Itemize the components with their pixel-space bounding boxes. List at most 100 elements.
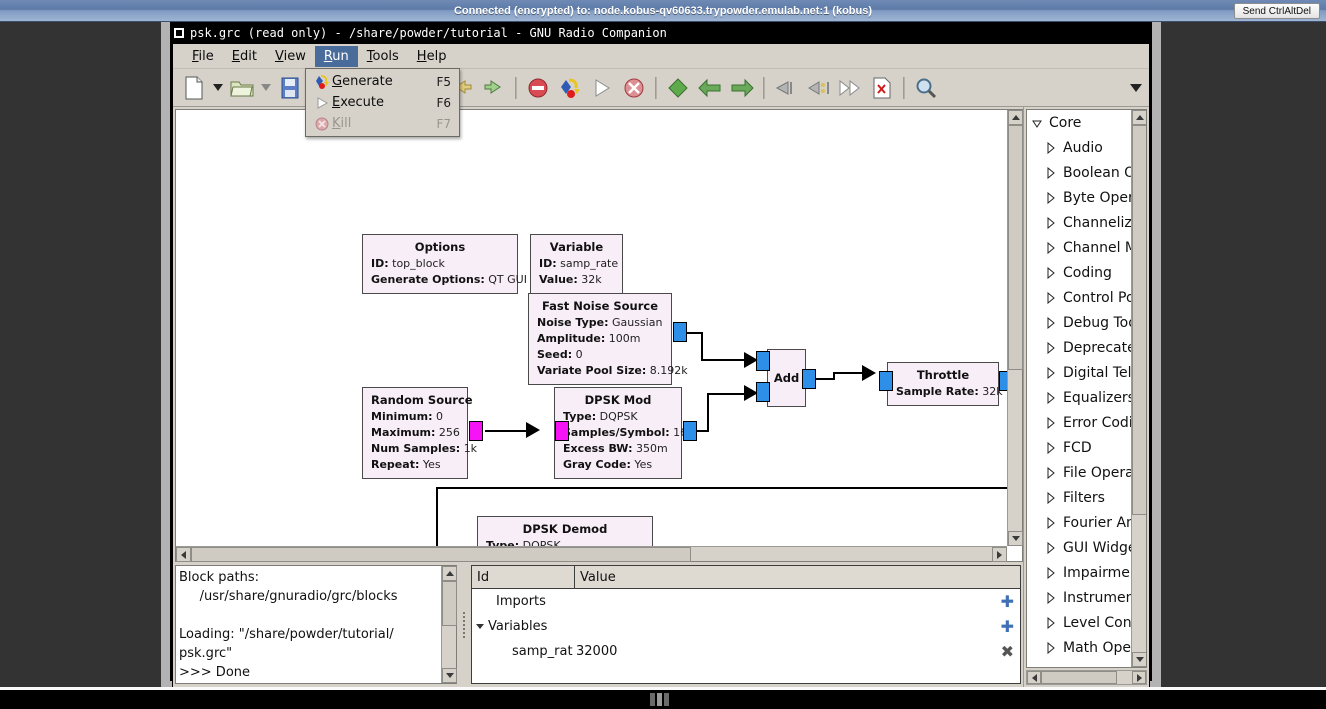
console-panel[interactable]: Block paths: /usr/share/gnuradio/grc/blo… — [175, 565, 457, 684]
find-button[interactable] — [911, 73, 941, 103]
chevron-right-icon[interactable] — [1041, 441, 1061, 454]
console-scroll-down-button[interactable] — [442, 668, 457, 683]
canvas-scroll-down-button[interactable] — [1008, 531, 1023, 546]
variable-block[interactable]: Variable ID: samp_rate Value: 32k — [530, 234, 623, 294]
dpsk-mod-block[interactable]: DPSK Mod Type: DQPSK Samples/Symbol: 16 … — [554, 387, 687, 479]
chevron-right-icon[interactable] — [1041, 516, 1061, 529]
kill-button[interactable] — [619, 73, 649, 103]
chevron-down-icon[interactable] — [1027, 117, 1047, 129]
fast-forward-button[interactable] — [835, 73, 865, 103]
canvas-vscroll-thumb[interactable] — [1008, 125, 1023, 370]
save-button[interactable] — [275, 73, 305, 103]
canvas-horizontal-scrollbar[interactable] — [176, 546, 1007, 562]
new-file-button[interactable] — [179, 73, 209, 103]
flowgraph-canvas[interactable]: Options ID: top_block Generate Options: … — [176, 110, 1007, 546]
chevron-right-icon[interactable] — [1041, 416, 1061, 429]
rotate-right-button[interactable] — [727, 73, 757, 103]
throttle-block[interactable]: Throttle Sample Rate: 32k — [887, 362, 1003, 406]
chevron-right-icon[interactable] — [1041, 266, 1061, 279]
block-tree-item-channelize[interactable]: Channelize — [1027, 210, 1131, 235]
add-block[interactable]: Add — [767, 349, 806, 407]
console-vertical-scrollbar[interactable] — [441, 566, 457, 683]
table-row[interactable]: Imports ✚ — [472, 589, 1020, 614]
align-left-button[interactable] — [771, 73, 801, 103]
chevron-right-icon[interactable] — [1041, 391, 1061, 404]
pane-splitter-handle[interactable] — [460, 565, 468, 684]
add-variable-button[interactable]: ✚ — [1001, 618, 1014, 635]
chevron-right-icon[interactable] — [1041, 466, 1061, 479]
block-tree-item-gui-widget[interactable]: GUI Widget — [1027, 535, 1131, 560]
dpsk-demod-block[interactable]: DPSK Demod Type: DQPSK Samples/Symbol: 1… — [477, 516, 653, 546]
add-output-port[interactable] — [802, 369, 816, 389]
block-tree-item-coding[interactable]: Coding — [1027, 260, 1131, 285]
menu-edit[interactable]: Edit — [223, 46, 266, 67]
random-source-block[interactable]: Random Source Minimum: 0 Maximum: 256 Nu… — [362, 387, 477, 479]
tree-horizontal-scrollbar[interactable] — [1026, 670, 1147, 685]
block-tree-item-file-operat[interactable]: File Operat — [1027, 460, 1131, 485]
block-tree-item-debug-tool[interactable]: Debug Tool — [1027, 310, 1131, 335]
add-input-port-1[interactable] — [756, 382, 770, 402]
chevron-right-icon[interactable] — [1041, 241, 1061, 254]
chevron-right-icon[interactable] — [1041, 591, 1061, 604]
console-scroll-up-button[interactable] — [442, 566, 457, 581]
document-error-button[interactable] — [867, 73, 897, 103]
chevron-right-icon[interactable] — [1041, 366, 1061, 379]
dpsk-mod-output-port[interactable] — [683, 421, 697, 441]
block-tree-item-math-opera[interactable]: Math Opera — [1027, 635, 1131, 660]
block-tree-item-fourier-ana[interactable]: Fourier Ana — [1027, 510, 1131, 535]
block-tree-item-filters[interactable]: Filters — [1027, 485, 1131, 510]
chevron-right-icon[interactable] — [1041, 166, 1061, 179]
menu-item-generate[interactable]: Generate F5 — [306, 71, 459, 92]
canvas-hscroll-thumb[interactable] — [191, 547, 691, 562]
block-tree-item-error-codin[interactable]: Error Codin — [1027, 410, 1131, 435]
chevron-right-icon[interactable] — [1041, 641, 1061, 654]
chevron-right-icon[interactable] — [1041, 216, 1061, 229]
chevron-right-icon[interactable] — [1041, 566, 1061, 579]
block-tree-item-fcd[interactable]: FCD — [1027, 435, 1131, 460]
block-tree-item-instrument[interactable]: Instrument — [1027, 585, 1131, 610]
chevron-right-icon[interactable] — [1041, 291, 1061, 304]
menu-file[interactable]: File — [183, 46, 223, 67]
tree-vscroll-thumb[interactable] — [1132, 125, 1146, 515]
chevron-right-icon[interactable] — [1041, 491, 1061, 504]
open-file-dropdown[interactable] — [259, 74, 273, 102]
fast-noise-source-output-port[interactable] — [673, 322, 687, 342]
menu-tools[interactable]: Tools — [358, 46, 408, 67]
chevron-right-icon[interactable] — [1041, 316, 1061, 329]
tree-scroll-up-button[interactable] — [1132, 110, 1146, 125]
block-tree-item-channel-mo[interactable]: Channel Mo — [1027, 235, 1131, 260]
throttle-output-port[interactable] — [999, 371, 1007, 391]
enable-button[interactable] — [663, 73, 693, 103]
delete-variable-button[interactable]: ✖ — [1001, 643, 1014, 660]
block-tree-item-impairmen[interactable]: Impairmen — [1027, 560, 1131, 585]
add-input-port-0[interactable] — [756, 351, 770, 371]
align-mid-button[interactable] — [803, 73, 833, 103]
block-tree-item-audio[interactable]: Audio — [1027, 135, 1131, 160]
table-row[interactable]: Variables ✚ — [472, 614, 1020, 639]
errors-button[interactable] — [523, 73, 553, 103]
execute-button[interactable] — [587, 73, 617, 103]
block-tree-item-equalizers[interactable]: Equalizers — [1027, 385, 1131, 410]
block-tree-item-deprecated[interactable]: Deprecated — [1027, 335, 1131, 360]
flowgraph-canvas-container[interactable]: Options ID: top_block Generate Options: … — [175, 109, 1023, 562]
tree-vertical-scrollbar[interactable] — [1131, 110, 1146, 667]
block-tree-item-control-por[interactable]: Control Por — [1027, 285, 1131, 310]
rotate-left-button[interactable] — [695, 73, 725, 103]
chevron-right-icon[interactable] — [1041, 616, 1061, 629]
tree-scroll-right-button[interactable] — [1132, 671, 1146, 684]
tree-hscroll-thumb[interactable] — [1041, 671, 1117, 684]
menu-view[interactable]: View — [266, 46, 315, 67]
toolbar-overflow-button[interactable] — [1129, 74, 1143, 102]
random-source-output-port[interactable] — [469, 421, 483, 441]
block-tree-list[interactable]: Core Audio Boolean Op Byte Opera Channelize C… — [1027, 110, 1131, 667]
tree-scroll-down-button[interactable] — [1132, 652, 1146, 667]
chevron-right-icon[interactable] — [1041, 191, 1061, 204]
send-ctrl-alt-del-button[interactable]: Send CtrlAltDel — [1233, 3, 1320, 19]
dpsk-mod-input-port[interactable] — [555, 421, 569, 441]
canvas-scroll-left-button[interactable] — [176, 547, 191, 562]
add-import-button[interactable]: ✚ — [1001, 593, 1014, 610]
block-tree-item-digital-tele[interactable]: Digital Tele — [1027, 360, 1131, 385]
block-tree-item-boolean-op[interactable]: Boolean Op — [1027, 160, 1131, 185]
redo-button[interactable] — [479, 73, 509, 103]
tree-scroll-left-button[interactable] — [1027, 671, 1041, 684]
